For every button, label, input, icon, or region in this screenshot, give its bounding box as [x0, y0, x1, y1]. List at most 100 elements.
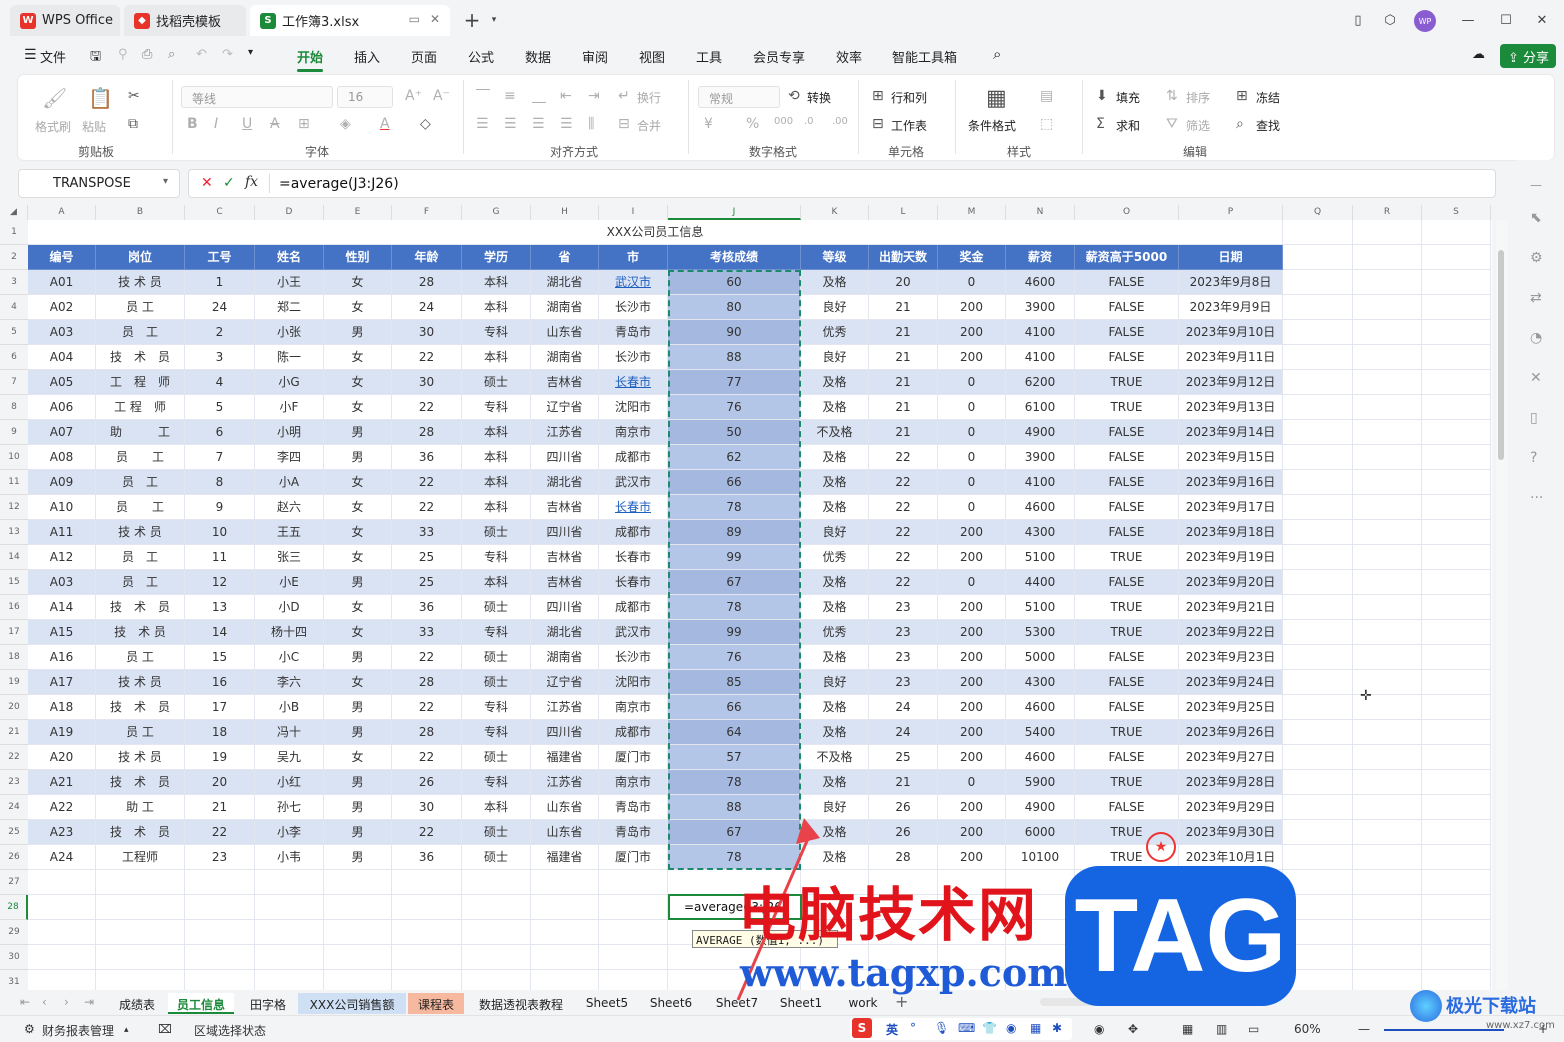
table-cell[interactable]: 专科: [462, 620, 531, 645]
row-header[interactable]: 12: [0, 495, 28, 520]
grid-cell[interactable]: [1283, 220, 1353, 245]
select-all-corner[interactable]: ◢: [0, 205, 28, 220]
table-cell[interactable]: 吉林省: [531, 545, 599, 570]
grid-cell[interactable]: [392, 895, 462, 920]
table-cell[interactable]: 女: [324, 295, 392, 320]
table-cell[interactable]: 22: [869, 520, 938, 545]
grid-cell[interactable]: [28, 870, 96, 895]
table-cell[interactable]: 18: [185, 720, 255, 745]
table-cell[interactable]: 22: [392, 695, 462, 720]
table-cell[interactable]: 良好: [801, 345, 869, 370]
grid-cell[interactable]: [1353, 820, 1422, 845]
tab-templates[interactable]: ◆ 找稻壳模板: [124, 5, 246, 36]
table-cell[interactable]: 技 术 员: [96, 745, 185, 770]
percent-icon[interactable]: %: [746, 116, 759, 132]
table-cell[interactable]: 技 术 员: [96, 345, 185, 370]
column-header[interactable]: G: [462, 205, 531, 220]
fill-label[interactable]: 填充: [1116, 89, 1140, 106]
table-cell[interactable]: 200: [938, 795, 1006, 820]
format-painter-icon[interactable]: 🖌: [42, 86, 67, 110]
eye-icon[interactable]: ◉: [1094, 1022, 1104, 1036]
table-style-icon[interactable]: ⬚: [1040, 116, 1053, 132]
table-cell[interactable]: 技 术 员: [96, 670, 185, 695]
table-cell[interactable]: 4100: [1006, 320, 1075, 345]
table-cell[interactable]: 小F: [255, 395, 324, 420]
table-cell[interactable]: 22: [392, 470, 462, 495]
filter-label[interactable]: 筛选: [1186, 117, 1210, 134]
grid-cell[interactable]: [462, 970, 531, 990]
grid-cell[interactable]: [1353, 895, 1422, 920]
grid-cell[interactable]: [1283, 245, 1353, 270]
table-cell[interactable]: 福建省: [531, 745, 599, 770]
table-cell[interactable]: 5: [185, 395, 255, 420]
wrap-label[interactable]: 换行: [637, 89, 661, 106]
grid-cell[interactable]: [1353, 595, 1422, 620]
column-header[interactable]: R: [1353, 205, 1422, 220]
table-cell[interactable]: 22: [869, 545, 938, 570]
row-header[interactable]: 1: [0, 220, 28, 245]
grid-cell[interactable]: [1353, 520, 1422, 545]
table-cell[interactable]: 赵六: [255, 495, 324, 520]
table-cell[interactable]: FALSE: [1075, 745, 1179, 770]
table-cell[interactable]: 张三: [255, 545, 324, 570]
table-cell[interactable]: 6: [185, 420, 255, 445]
column-header[interactable]: H: [531, 205, 599, 220]
sort-label[interactable]: 排序: [1186, 89, 1210, 106]
more-icon[interactable]: ···: [1530, 490, 1543, 506]
zoom-out-icon[interactable]: —: [1358, 1022, 1370, 1036]
table-cell[interactable]: 本科: [462, 295, 531, 320]
print-icon[interactable]: ⎙: [142, 47, 152, 62]
table-cell[interactable]: 26: [392, 770, 462, 795]
grid-cell[interactable]: [599, 970, 668, 990]
table-cell[interactable]: 四川省: [531, 595, 599, 620]
table-cell[interactable]: A23: [28, 820, 96, 845]
tools-icon[interactable]: ✕: [1530, 370, 1542, 386]
table-cell[interactable]: 青岛市: [599, 795, 668, 820]
bold-icon[interactable]: B: [187, 116, 198, 132]
table-cell[interactable]: 21: [869, 395, 938, 420]
table-cell[interactable]: 武汉市: [599, 270, 668, 295]
menu-file[interactable]: 文件: [40, 47, 66, 66]
ime-toolbar[interactable]: S 英 ° 🎙 ⌨ 👕 ◉ ▦ ✱: [850, 1018, 1072, 1040]
grid-cell[interactable]: [1353, 320, 1422, 345]
row-header[interactable]: 19: [0, 670, 28, 695]
grid-cell[interactable]: [1422, 870, 1491, 895]
table-cell[interactable]: 及格: [801, 395, 869, 420]
worksheet-label[interactable]: 工作表: [891, 117, 927, 134]
table-cell[interactable]: 2023年9月17日: [1179, 495, 1283, 520]
column-header[interactable]: N: [1006, 205, 1075, 220]
table-cell[interactable]: A19: [28, 720, 96, 745]
grid-cell[interactable]: [1353, 395, 1422, 420]
grid-cell[interactable]: [1283, 770, 1353, 795]
grid-cell[interactable]: [531, 895, 599, 920]
grid-cell[interactable]: [28, 895, 96, 920]
table-cell[interactable]: 5000: [1006, 645, 1075, 670]
table-cell[interactable]: 青岛市: [599, 320, 668, 345]
distribute-icon[interactable]: ⫼: [588, 116, 594, 132]
border-icon[interactable]: ⊞: [298, 116, 310, 132]
sheet-tab[interactable]: work: [836, 993, 890, 1014]
table-cell[interactable]: 长沙市: [599, 295, 668, 320]
table-cell[interactable]: 山东省: [531, 795, 599, 820]
table-cell[interactable]: 女: [324, 270, 392, 295]
table-cell[interactable]: 技 术 员: [96, 595, 185, 620]
table-cell[interactable]: 4300: [1006, 520, 1075, 545]
grid-cell[interactable]: [1353, 420, 1422, 445]
table-cell[interactable]: 22: [869, 495, 938, 520]
table-cell[interactable]: 郑二: [255, 295, 324, 320]
table-cell[interactable]: 及格: [801, 570, 869, 595]
convert-icon[interactable]: ⟲: [788, 88, 800, 104]
column-header[interactable]: L: [869, 205, 938, 220]
conditional-format-icon[interactable]: ▦: [986, 86, 1007, 111]
row-header[interactable]: 29: [0, 920, 28, 945]
zoom-level[interactable]: 60%: [1294, 1022, 1321, 1036]
align-center-icon[interactable]: ☰: [504, 116, 517, 132]
grid-cell[interactable]: [599, 920, 668, 945]
table-cell[interactable]: 6100: [1006, 395, 1075, 420]
menu-data[interactable]: 数据: [525, 47, 551, 66]
strikethrough-icon[interactable]: A: [270, 116, 280, 132]
table-cell[interactable]: 2023年9月11日: [1179, 345, 1283, 370]
table-cell[interactable]: 硕士: [462, 595, 531, 620]
table-cell[interactable]: 女: [324, 370, 392, 395]
table-cell[interactable]: 工程师: [96, 845, 185, 870]
